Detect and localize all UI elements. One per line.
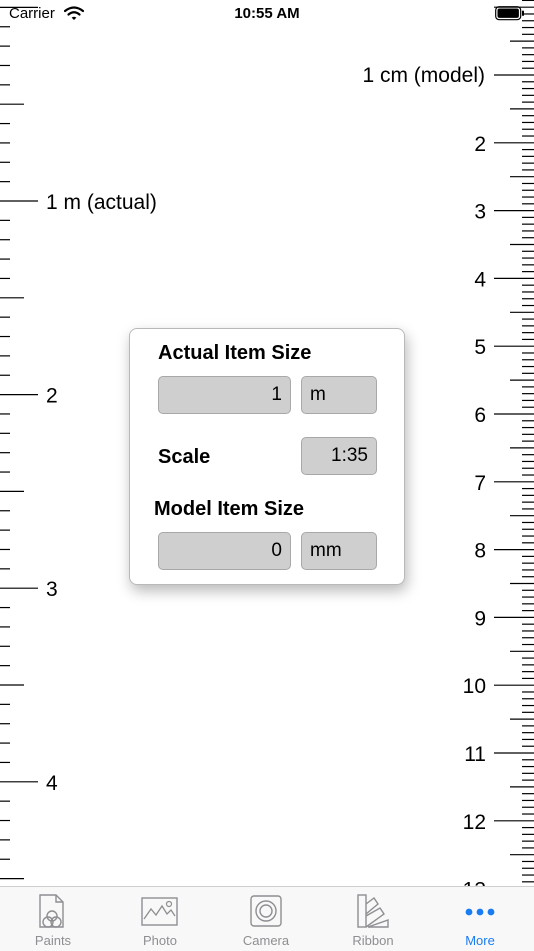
tab-ribbon[interactable]: Ribbon <box>320 887 426 951</box>
model-ruler-label: 2 <box>474 133 486 156</box>
actual-ruler-ticks <box>0 6 38 880</box>
actual-ruler-label: 4 <box>46 772 58 795</box>
model-ruler-label: 9 <box>474 607 486 630</box>
tab-label: More <box>465 933 495 948</box>
scale-label: Scale <box>158 446 211 468</box>
tab-label: Ribbon <box>352 933 394 948</box>
tab-label: Photo <box>143 933 177 948</box>
ribbon-icon <box>357 894 389 928</box>
model-ruler-label: 10 <box>463 675 486 698</box>
paints-icon <box>39 894 64 928</box>
model-ruler-ticks <box>494 0 534 883</box>
model-unit-select[interactable]: mm <box>301 532 377 570</box>
model-size-input[interactable]: 0 <box>158 532 291 570</box>
model-ruler-caption: 1 cm (model) <box>362 64 485 87</box>
tab-bar: Paints Photo Camera Ribbon More <box>0 886 534 951</box>
actual-ruler-label: 3 <box>46 578 58 601</box>
actual-unit-select[interactable]: m <box>301 376 377 414</box>
actual-size-input[interactable]: 1 <box>158 376 291 414</box>
tab-label: Paints <box>34 933 72 948</box>
actual-ruler-labels: 2 3 4 <box>46 385 58 795</box>
model-ruler-label: 12 <box>463 811 486 834</box>
tab-paints[interactable]: Paints <box>0 887 106 951</box>
model-ruler-label: 6 <box>474 404 486 427</box>
photo-icon <box>141 897 178 926</box>
model-ruler-label: 3 <box>474 201 486 224</box>
model-ruler-label: 7 <box>474 472 486 495</box>
camera-icon <box>250 895 282 927</box>
model-ruler-label: 11 <box>464 743 486 766</box>
model-ruler-label: 4 <box>474 268 486 291</box>
model-ruler-label: 13 <box>463 879 486 886</box>
model-ruler-label: 5 <box>474 336 486 359</box>
tab-label: Camera <box>242 933 290 948</box>
model-size-label: Model Item Size <box>154 498 305 520</box>
scale-select[interactable]: 1:35 <box>301 437 377 475</box>
more-icon <box>465 908 495 916</box>
tab-more[interactable]: More <box>427 887 533 951</box>
model-ruler-label: 8 <box>474 540 486 563</box>
model-ruler-labels: 2 3 4 5 6 7 8 9 10 11 12 13 <box>463 133 487 886</box>
actual-size-label: Actual Item Size <box>158 342 312 364</box>
tab-camera[interactable]: Camera <box>213 887 319 951</box>
scale-converter-panel: Actual Item Size 1 m Scale 1:35 Model It… <box>129 328 405 585</box>
tab-photo[interactable]: Photo <box>107 887 213 951</box>
actual-ruler-label: 2 <box>46 385 58 408</box>
actual-ruler-caption: 1 m (actual) <box>46 191 157 214</box>
